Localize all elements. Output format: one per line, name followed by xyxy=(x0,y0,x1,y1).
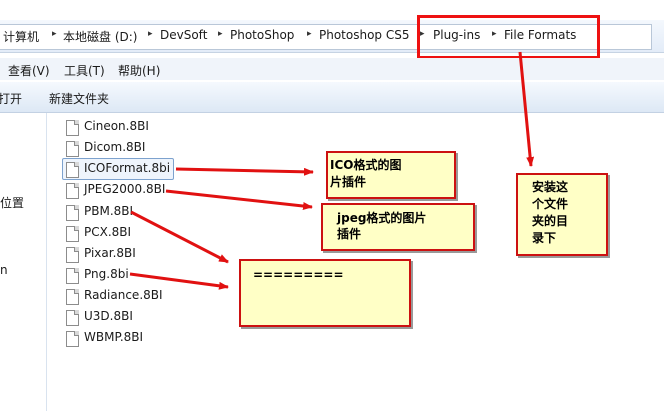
annotation-arrows xyxy=(129,51,535,290)
arrow-png xyxy=(129,272,229,290)
arrow-directory xyxy=(518,51,535,167)
arrow-ico xyxy=(175,167,314,176)
arrow-jpeg xyxy=(165,189,313,210)
arrow-pbm xyxy=(130,210,229,264)
